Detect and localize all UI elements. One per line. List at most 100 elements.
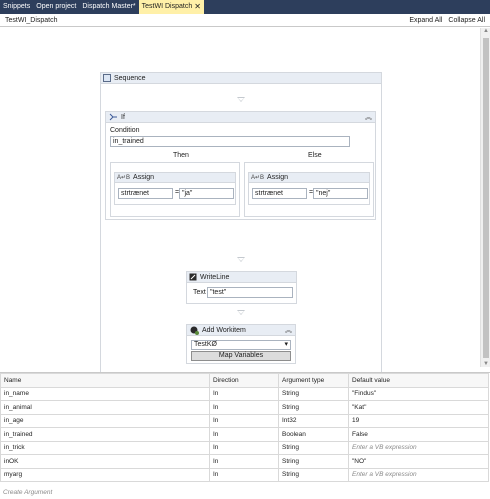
argument-direction[interactable]: In [209, 454, 279, 469]
drop-arrow-icon[interactable] [237, 97, 245, 102]
table-row[interactable]: myarg In String Enter a VB expression [0, 467, 489, 482]
designer-header: TestWI_Dispatch Expand All Collapse All [0, 14, 490, 27]
table-row[interactable]: in_trained In Boolean False [0, 427, 489, 442]
breadcrumb[interactable]: TestWI_Dispatch [5, 17, 58, 24]
scroll-up-icon[interactable]: ▲ [483, 28, 489, 34]
argument-default[interactable]: False [348, 427, 489, 442]
argument-name[interactable]: in_trick [0, 440, 210, 455]
argument-default[interactable]: "Kat" [348, 400, 489, 415]
argument-default[interactable]: Enter a VB expression [348, 440, 489, 455]
tab-label: TestWI Dispatch [141, 3, 193, 10]
argument-direction[interactable]: In [209, 400, 279, 415]
argument-type[interactable]: String [278, 440, 349, 455]
assign-to-input[interactable]: strtrænet [252, 188, 307, 199]
close-icon[interactable]: ✕ [194, 0, 201, 14]
if-title: If [121, 113, 125, 121]
else-label: Else [308, 152, 322, 159]
argument-type[interactable]: Int32 [278, 413, 349, 428]
drop-arrow-icon[interactable] [237, 310, 245, 315]
table-row[interactable]: in_trick In String Enter a VB expression [0, 440, 489, 455]
add-workitem-activity[interactable]: Add Workitem ︽ TestKØ ▾ Map Variables [186, 324, 296, 364]
assign-header[interactable]: A↵B Assign [115, 173, 235, 183]
argument-type[interactable]: String [278, 467, 349, 482]
tab-dispatch-master[interactable]: Dispatch Master* [79, 0, 138, 14]
argument-type[interactable]: String [278, 386, 349, 401]
writeline-header[interactable]: WriteLine [187, 272, 296, 283]
then-label: Then [173, 152, 189, 159]
argument-direction[interactable]: In [209, 386, 279, 401]
assign-activity-then[interactable]: A↵B Assign strtrænet = "ja" [114, 172, 236, 205]
column-header-default[interactable]: Default value [348, 373, 489, 388]
sequence-header[interactable]: Sequence [101, 73, 381, 84]
argument-type[interactable]: String [278, 400, 349, 415]
argument-name[interactable]: in_animal [0, 400, 210, 415]
argument-default[interactable]: Enter a VB expression [348, 467, 489, 482]
writeline-title: WriteLine [200, 273, 230, 281]
argument-default[interactable]: "Findus" [348, 386, 489, 401]
document-tab-strip: Snippets Open project Dispatch Master* T… [0, 0, 490, 14]
tab-testwi-dispatch[interactable]: TestWI Dispatch ✕ [138, 0, 204, 14]
condition-input[interactable]: in_trained [110, 136, 350, 147]
assign-value-input[interactable]: "nej" [313, 188, 368, 199]
collapse-icon[interactable]: ︽ [365, 112, 372, 122]
sequence-activity[interactable]: Sequence If ︽ Condition in_trained Then … [100, 72, 382, 391]
table-row[interactable]: in_name In String "Findus" [0, 386, 489, 401]
column-header-direction[interactable]: Direction [209, 373, 279, 388]
text-input[interactable]: "test" [207, 287, 293, 298]
argument-name[interactable]: in_name [0, 386, 210, 401]
workitem-header[interactable]: Add Workitem ︽ [187, 325, 295, 336]
queue-value: TestKØ [194, 341, 217, 348]
sequence-title: Sequence [114, 74, 146, 82]
assign-value-input[interactable]: "ja" [179, 188, 234, 199]
assign-icon: A↵B [251, 175, 265, 181]
tab-snippets[interactable]: Snippets [0, 0, 33, 14]
table-header-row: Name Direction Argument type Default val… [0, 373, 489, 388]
argument-type[interactable]: Boolean [278, 427, 349, 442]
expand-all-link[interactable]: Expand All [409, 17, 442, 24]
workitem-title: Add Workitem [202, 326, 246, 334]
argument-direction[interactable]: In [209, 413, 279, 428]
table-row[interactable]: in_age In Int32 19 [0, 413, 489, 428]
collapse-icon[interactable]: ︽ [285, 325, 292, 335]
chevron-down-icon: ▾ [284, 341, 288, 348]
then-branch[interactable]: A↵B Assign strtrænet = "ja" [110, 162, 240, 217]
assign-icon: A↵B [117, 175, 131, 181]
assign-to-input[interactable]: strtrænet [118, 188, 173, 199]
vertical-scrollbar[interactable]: ▲ ▼ [480, 28, 490, 367]
argument-name[interactable]: inOK [0, 454, 210, 469]
collapse-all-link[interactable]: Collapse All [448, 17, 485, 24]
condition-label: Condition [110, 127, 140, 134]
map-variables-button[interactable]: Map Variables [191, 351, 291, 361]
argument-name[interactable]: myarg [0, 467, 210, 482]
queue-select[interactable]: TestKØ ▾ [191, 340, 291, 350]
if-activity[interactable]: If ︽ Condition in_trained Then Else A↵B … [105, 111, 376, 220]
workitem-icon [190, 326, 199, 335]
sequence-icon [103, 74, 111, 82]
else-branch[interactable]: A↵B Assign strtrænet = "nej" [244, 162, 374, 217]
tab-open-project[interactable]: Open project [33, 0, 79, 14]
argument-direction[interactable]: In [209, 440, 279, 455]
column-header-type[interactable]: Argument type [278, 373, 349, 388]
scroll-thumb[interactable] [483, 38, 489, 358]
argument-direction[interactable]: In [209, 427, 279, 442]
arguments-panel: Name Direction Argument type Default val… [0, 372, 490, 499]
argument-default[interactable]: 19 [348, 413, 489, 428]
table-row[interactable]: inOK In String "NO" [0, 454, 489, 469]
writeline-activity[interactable]: WriteLine Text "test" [186, 271, 297, 304]
table-row[interactable]: in_animal In String "Kat" [0, 400, 489, 415]
column-header-name[interactable]: Name [0, 373, 210, 388]
argument-direction[interactable]: In [209, 467, 279, 482]
argument-name[interactable]: in_age [0, 413, 210, 428]
argument-name[interactable]: in_trained [0, 427, 210, 442]
argument-default[interactable]: "NO" [348, 454, 489, 469]
argument-type[interactable]: String [278, 454, 349, 469]
drop-arrow-icon[interactable] [237, 257, 245, 262]
assign-activity-else[interactable]: A↵B Assign strtrænet = "nej" [248, 172, 370, 205]
scroll-down-icon[interactable]: ▼ [483, 361, 489, 367]
create-argument-link[interactable]: Create Argument [3, 489, 52, 496]
designer-canvas: Sequence If ︽ Condition in_trained Then … [0, 28, 480, 391]
if-header[interactable]: If ︽ [106, 112, 375, 123]
writeline-icon [189, 273, 197, 281]
assign-header[interactable]: A↵B Assign [249, 173, 369, 183]
text-label: Text [193, 289, 206, 296]
